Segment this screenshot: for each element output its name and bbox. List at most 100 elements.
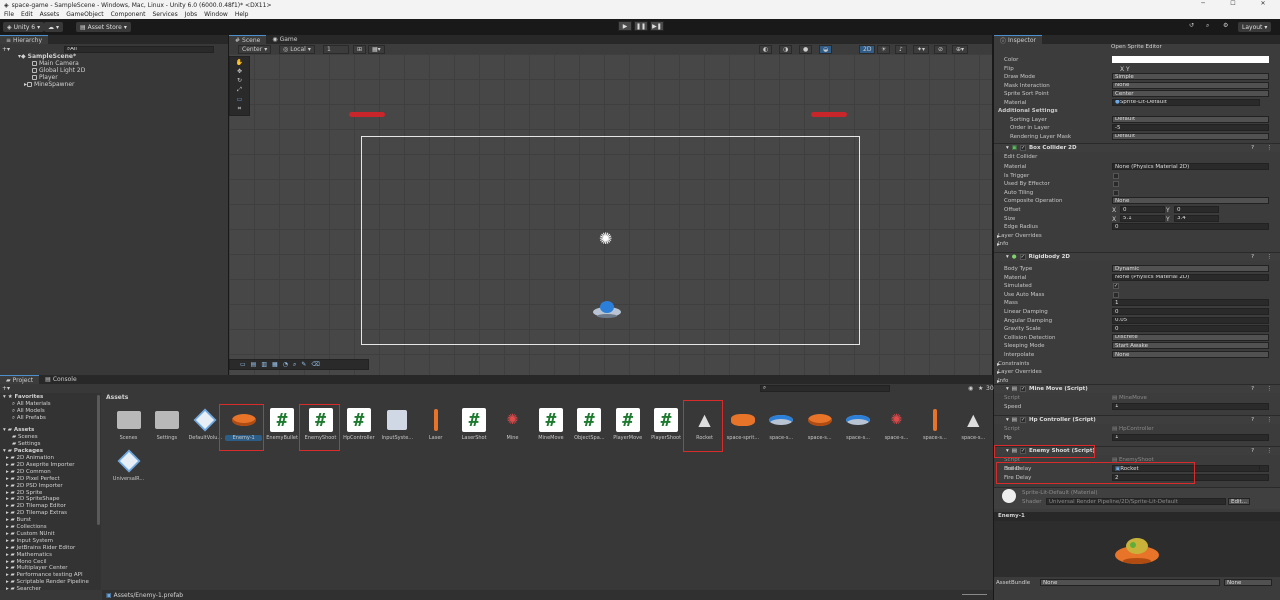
asset-item[interactable]: # MineMove [532,407,569,441]
assetbundle-variant-dropdown[interactable]: None [1224,579,1272,586]
audio-toggle[interactable]: ♪ [895,45,907,54]
prop-value-field[interactable]: 1 [1112,402,1269,410]
tab-project[interactable]: ▰ Project [0,375,40,384]
enabled-checkbox[interactable]: ✓ [1019,386,1026,392]
prop-dropdown[interactable]: None [1112,81,1269,89]
tree-item[interactable]: ▸ ▰ 2D Aseprite Importer [6,462,74,468]
fill-icon[interactable]: ▥ [261,361,267,368]
enabled-checkbox[interactable]: ✓ [1019,145,1026,151]
pause-button[interactable]: ❚❚ [634,21,648,31]
tree-item[interactable]: ⌕ All Models [12,408,45,415]
tree-item[interactable]: ▸ ▰ 2D Tilemap Extras [6,510,67,516]
tree-item[interactable]: ▸ ▰ Mono Cecil [6,559,47,565]
history-icon[interactable]: ↺ [1189,22,1194,29]
component-menu-icon[interactable]: ⋮ [1267,254,1273,260]
mine-sprite[interactable]: ✺ [599,230,619,248]
y-field[interactable]: 3.4 [1174,214,1219,222]
asset-item[interactable]: InputSyste... [379,407,416,441]
tree-item[interactable]: ▸ ▰ 2D PSD Importer [6,483,63,489]
scene-viewport[interactable]: ✋ ✥ ↻ ⤢ ▭ ⌗ ✺ ▭ ▤ ▥ ▦ ◔ ⌕ ✎ ⌫ [229,54,992,375]
hierarchy-item[interactable]: ▸ MineSpawner [24,81,75,88]
layout-dropdown[interactable]: Layout ▾ [1238,22,1272,32]
menu-services[interactable]: Services [152,11,177,18]
add-icon[interactable]: +▾ [2,385,10,392]
pivot-dropdown[interactable]: Center ▾ [238,45,272,54]
asset-item[interactable]: space-s... [840,407,877,441]
tree-item[interactable]: ▸ ▰ Performance testing API [6,572,83,578]
asset-item[interactable]: Laser [417,407,454,441]
help-icon[interactable]: ? [1251,417,1254,423]
hierarchy-item[interactable]: Global Light 2D [32,67,85,74]
hierarchy-search-input[interactable]: ⌕ All [64,45,215,53]
tree-item[interactable]: ▸ ▰ Custom NUnit [6,531,55,537]
tab-scene[interactable]: # Scene [229,35,267,44]
prop-dropdown[interactable]: Simple [1112,73,1269,80]
asset-item[interactable]: # PlayerMove [609,407,646,441]
menu-jobs[interactable]: Jobs [185,11,197,18]
tree-item[interactable]: ▰ Scenes [12,434,38,440]
shader-dropdown[interactable]: Universal Render Pipeline/2D/Sprite-Lit-… [1046,498,1226,505]
prop-value-field[interactable]: 0.05 [1112,316,1269,324]
help-icon[interactable]: ? [1251,145,1254,151]
prop-dropdown[interactable]: Default [1112,115,1269,123]
asset-item[interactable]: ▲ space-s... [955,407,992,441]
component-header[interactable]: ▾ ▤ ✓ Hp Controller (Script) ⋮? [994,415,1280,424]
transform-tool-icon[interactable]: ⌗ [238,105,241,113]
menu-window[interactable]: Window [204,11,228,18]
component-menu-icon[interactable]: ⋮ [1267,386,1273,392]
checkbox[interactable]: ✓ [1113,283,1119,290]
laser-sprite[interactable] [811,112,847,117]
light-toggle[interactable]: ☀ [877,45,891,54]
grid-size-input[interactable]: 1 [323,45,349,54]
help-icon[interactable]: ? [1251,386,1254,392]
scene-root[interactable]: ▾ ◆ SampleScene* [18,53,76,60]
asset-item[interactable]: # LaserShot [456,407,493,441]
asset-item[interactable]: Settings [148,407,185,441]
tree-item[interactable]: ▸ ▰ Burst [6,517,31,523]
step-button[interactable]: ▶❚ [650,21,664,31]
component-header[interactable]: ▾ ● ✓ Rigidbody 2D ⋮? [994,252,1280,261]
snap-button[interactable]: ⊞ [353,45,367,54]
assetbundle-dropdown[interactable]: None [1040,579,1220,586]
tree-item[interactable]: ▸ ▰ 2D Pixel Perfect [6,476,60,482]
prop-value-field[interactable]: 0 [1112,325,1269,333]
star-icon[interactable]: ★ [978,385,983,392]
asset-item[interactable]: space-s... [801,407,838,441]
packages-node[interactable]: ▾ ▰ Packages [3,448,43,454]
tree-item[interactable]: ▸ ▰ Multiplayer Center [6,565,68,571]
breadcrumb[interactable]: Assets [106,394,128,401]
object-field[interactable]: None (Physics Material 2D) [1112,273,1269,281]
x-field[interactable]: 0 [1120,206,1165,213]
tree-item[interactable]: ▸ ▰ Mathematics [6,552,52,558]
prop-dropdown[interactable]: Start Awake [1112,342,1269,350]
prop-value-field[interactable]: 1 [1112,433,1269,441]
tree-item[interactable]: ▸ ▰ 2D Common [6,469,51,475]
tree-item[interactable]: ▸ ▰ 2D Animation [6,455,54,461]
hierarchy-item[interactable]: Main Camera [32,60,79,67]
zoom-slider[interactable] [962,594,987,595]
lighting-button[interactable]: ◑ [779,45,793,54]
menu-assets[interactable]: Assets [40,11,60,18]
tree-item[interactable]: ▸ ▰ 2D Sprite [6,490,42,496]
add-icon[interactable]: +▾ [2,46,10,53]
2d-mode-button[interactable]: 2D [859,45,876,54]
color-swatch[interactable] [1112,56,1269,63]
component-header[interactable]: ▾ ▣ ✓ Box Collider 2D ⋮? [994,143,1280,152]
tree-item[interactable]: ▸ ▰ Scriptable Render Pipeline [6,579,89,585]
tab-game[interactable]: ◉ Game [266,35,304,44]
eye-icon[interactable]: ◉ [968,385,973,392]
scale-tool-icon[interactable]: ⤢ [237,86,242,94]
menu-help[interactable]: Help [235,11,249,18]
effects-toggle[interactable]: ✦▾ [913,45,930,54]
assets-node[interactable]: ▾ ▰ Assets [3,427,34,433]
menu-component[interactable]: Component [111,11,146,18]
object-field[interactable]: ● Sprite-Lit-Default [1112,98,1260,106]
checkbox[interactable] [1113,189,1119,196]
rotate-icon[interactable]: ◔ [283,361,288,368]
player-ship-sprite[interactable] [591,298,623,320]
prop-value-field[interactable]: 1 [1112,299,1269,307]
checkbox[interactable] [1113,291,1119,298]
open-sprite-editor-button[interactable]: Open Sprite Editor [1111,44,1162,50]
component-header[interactable]: ▾ ▤ ✓ Mine Move (Script) ⋮? [994,384,1280,393]
tree-item[interactable]: ⌕ All Prefabs [12,415,46,422]
